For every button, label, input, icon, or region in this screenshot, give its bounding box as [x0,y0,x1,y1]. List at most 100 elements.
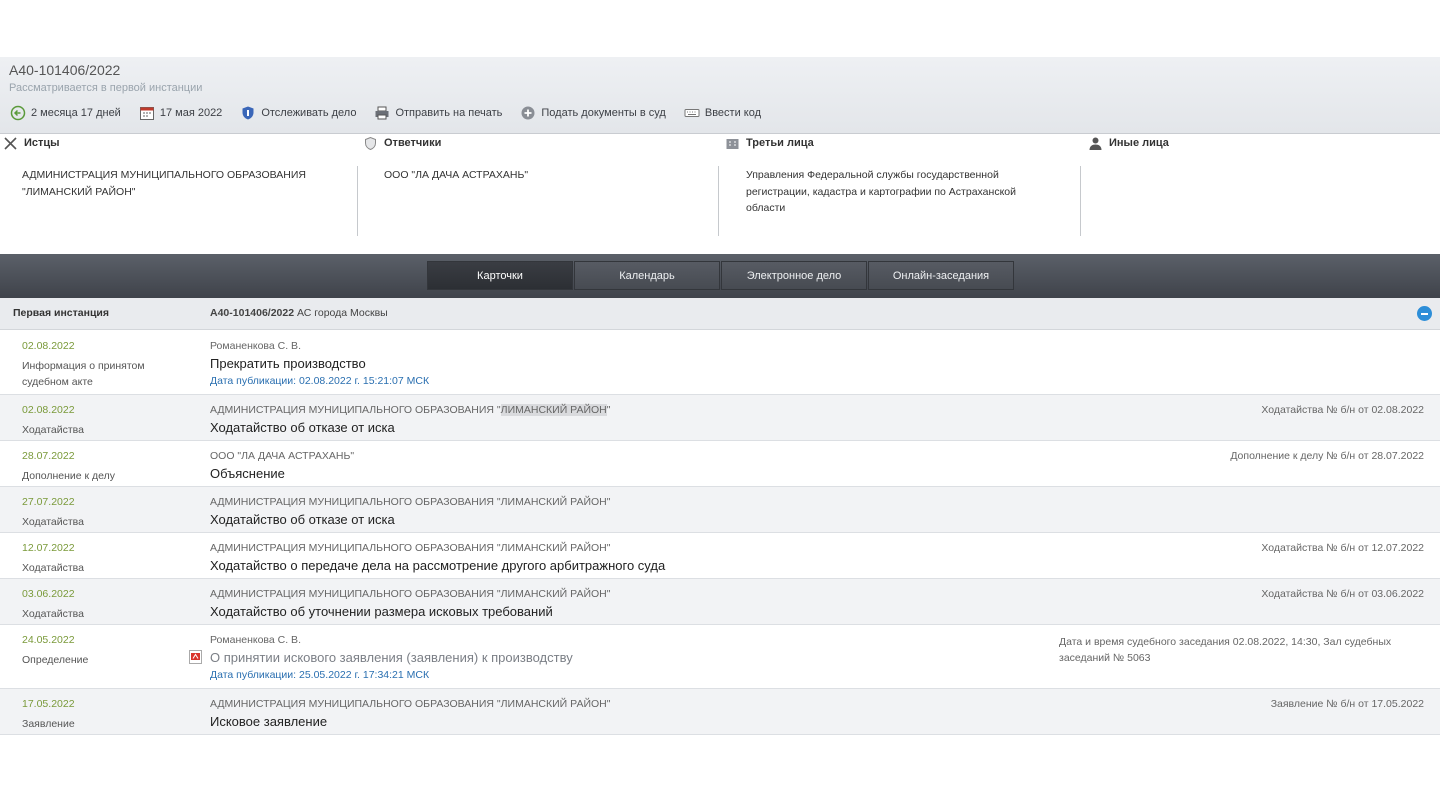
instance-court: АС города Москвы [297,307,388,319]
enter-code-button[interactable]: Ввести код [684,105,761,121]
plaintiffs-label: Истцы [24,137,60,149]
event-author: АДМИНИСТРАЦИЯ МУНИЦИПАЛЬНОГО ОБРАЗОВАНИЯ… [210,698,611,710]
event-title: Ходатайство об уточнении размера исковых… [210,604,553,619]
list-item[interactable]: 03.06.2022 Ходатайства АДМИНИСТРАЦИЯ МУН… [0,579,1440,625]
column-divider [718,166,719,236]
events-list: 02.08.2022 Информация о принятом судебно… [0,331,1440,735]
submit-documents-button[interactable]: Подать документы в суд [520,105,666,121]
swords-icon [3,136,18,151]
shield-icon [240,105,256,121]
defendants-label: Ответчики [384,137,442,149]
event-author-part: " [606,404,611,416]
duration-item[interactable]: 2 месяца 17 дней [10,105,121,121]
event-publication-date: Дата публикации: 02.08.2022 г. 15:21:07 … [210,375,430,387]
event-author: Романенкова С. В. [210,634,301,646]
event-document-ref: Дополнение к делу № б/н от 28.07.2022 [1230,450,1424,462]
back-arrow-icon [10,105,26,121]
event-title: Ходатайство об отказе от иска [210,420,395,435]
event-title: Ходатайство об отказе от иска [210,512,395,527]
plus-circle-icon [520,105,536,121]
date-item[interactable]: 17 мая 2022 [139,105,222,121]
submit-documents-label: Подать документы в суд [541,107,666,119]
event-author: АДМИНИСТРАЦИЯ МУНИЦИПАЛЬНОГО ОБРАЗОВАНИЯ… [210,542,611,554]
event-author: АДМИНИСТРАЦИЯ МУНИЦИПАЛЬНОГО ОБРАЗОВАНИЯ… [210,496,611,508]
instance-header: Первая инстанция А40-101406/2022 АС горо… [0,298,1440,330]
duration-label: 2 месяца 17 дней [31,107,121,119]
third-parties-label: Третьи лица [746,137,814,149]
case-status: Рассматривается в первой инстанции [9,82,203,94]
tab-bar: Карточки Календарь Электронное дело Онла… [0,254,1440,298]
event-date: 24.05.2022 [22,634,75,646]
event-date: 17.05.2022 [22,698,75,710]
event-type: Ходатайства [22,608,84,620]
event-date: 12.07.2022 [22,542,75,554]
event-date: 03.06.2022 [22,588,75,600]
other-parties-label: Иные лица [1109,137,1169,149]
list-item[interactable]: 24.05.2022 Определение Романенкова С. В.… [0,625,1440,689]
tab-electronic-case[interactable]: Электронное дело [721,261,867,290]
event-type: Информация о принятом судебном акте [22,360,145,388]
event-date: 28.07.2022 [22,450,75,462]
event-title: Ходатайство о передаче дела на рассмотре… [210,558,666,573]
plaintiffs-column: Истцы АДМИНИСТРАЦИЯ МУНИЦИПАЛЬНОГО ОБРАЗ… [3,134,306,244]
collapse-button[interactable] [1417,306,1432,321]
defendants-column: Ответчики ООО "ЛА ДАЧА АСТРАХАНЬ" [363,134,528,244]
track-case-button[interactable]: Отслеживать дело [240,105,356,121]
event-author: ООО "ЛА ДАЧА АСТРАХАНЬ" [210,450,355,462]
list-item[interactable]: 12.07.2022 Ходатайства АДМИНИСТРАЦИЯ МУН… [0,533,1440,579]
defendant-name[interactable]: ООО "ЛА ДАЧА АСТРАХАНЬ" [384,167,700,184]
toolbar: 2 месяца 17 дней 17 мая 2022 Отслеживать… [10,105,779,121]
third-parties-column: Третьи лица Управления Федеральной служб… [725,134,1016,244]
instance-case-number: А40-101406/2022 [210,307,295,319]
hearing-info: Дата и время судебного заседания 02.08.2… [1059,636,1392,664]
event-date: 02.08.2022 [22,340,75,352]
event-date: 27.07.2022 [22,496,75,508]
tab-calendar[interactable]: Календарь [574,261,720,290]
event-type: Ходатайства [22,424,84,436]
other-parties-column: Иные лица [1088,134,1169,244]
list-item[interactable]: 02.08.2022 Информация о принятом судебно… [0,331,1440,395]
list-item[interactable]: 17.05.2022 Заявление АДМИНИСТРАЦИЯ МУНИЦ… [0,689,1440,735]
event-author: Романенкова С. В. [210,340,301,352]
column-divider [1080,166,1081,236]
parties-section: Истцы АДМИНИСТРАЦИЯ МУНИЦИПАЛЬНОГО ОБРАЗ… [0,134,1440,254]
third-party-name[interactable]: Управления Федеральной службы государств… [746,167,1046,217]
case-number: А40-101406/2022 [9,62,121,78]
case-header: А40-101406/2022 Рассматривается в первой… [0,57,1440,134]
event-author-part: АДМИНИСТРАЦИЯ МУНИЦИПАЛЬНОГО ОБРАЗОВАНИЯ… [210,404,501,416]
keyboard-icon [684,105,700,121]
calendar-icon [139,105,155,121]
instance-case: А40-101406/2022 АС города Москвы [210,307,388,319]
event-document-ref: Ходатайства № б/н от 03.06.2022 [1261,588,1424,600]
event-title: Исковое заявление [210,714,328,729]
tab-online-sessions[interactable]: Онлайн-заседания [868,261,1014,290]
person-icon [1088,136,1103,151]
list-item[interactable]: 02.08.2022 Ходатайства АДМИНИСТРАЦИЯ МУН… [0,395,1440,441]
pdf-icon[interactable] [189,650,202,664]
event-date: 02.08.2022 [22,404,75,416]
instance-title: Первая инстанция [13,307,109,319]
enter-code-label: Ввести код [704,107,762,119]
list-item[interactable]: 28.07.2022 Дополнение к делу ООО "ЛА ДАЧ… [0,441,1440,487]
event-title-link[interactable]: О принятии искового заявления (заявления… [210,650,573,665]
event-type: Заявление [22,718,75,730]
shield-icon [363,136,378,151]
event-type: Ходатайства [22,562,84,574]
event-author-highlight: ЛИМАНСКИЙ РАЙОН [500,404,607,416]
building-icon [725,136,740,151]
event-type: Ходатайства [22,516,84,528]
event-document-ref: Ходатайства № б/н от 12.07.2022 [1261,542,1424,554]
printer-icon [374,105,390,121]
event-title: Объяснение [210,466,285,481]
event-type: Определение [22,654,89,666]
event-document-ref: Ходатайства № б/н от 02.08.2022 [1261,404,1424,416]
print-button[interactable]: Отправить на печать [374,105,502,121]
column-divider [357,166,358,236]
event-publication-date: Дата публикации: 25.05.2022 г. 17:34:21 … [210,669,430,681]
list-item[interactable]: 27.07.2022 Ходатайства АДМИНИСТРАЦИЯ МУН… [0,487,1440,533]
event-title: Прекратить производство [210,356,366,371]
event-author: АДМИНИСТРАЦИЯ МУНИЦИПАЛЬНОГО ОБРАЗОВАНИЯ… [210,404,611,416]
plaintiff-name[interactable]: АДМИНИСТРАЦИЯ МУНИЦИПАЛЬНОГО ОБРАЗОВАНИЯ… [22,167,338,200]
tab-cards[interactable]: Карточки [427,261,573,290]
event-document-ref: Заявление № б/н от 17.05.2022 [1270,698,1424,710]
